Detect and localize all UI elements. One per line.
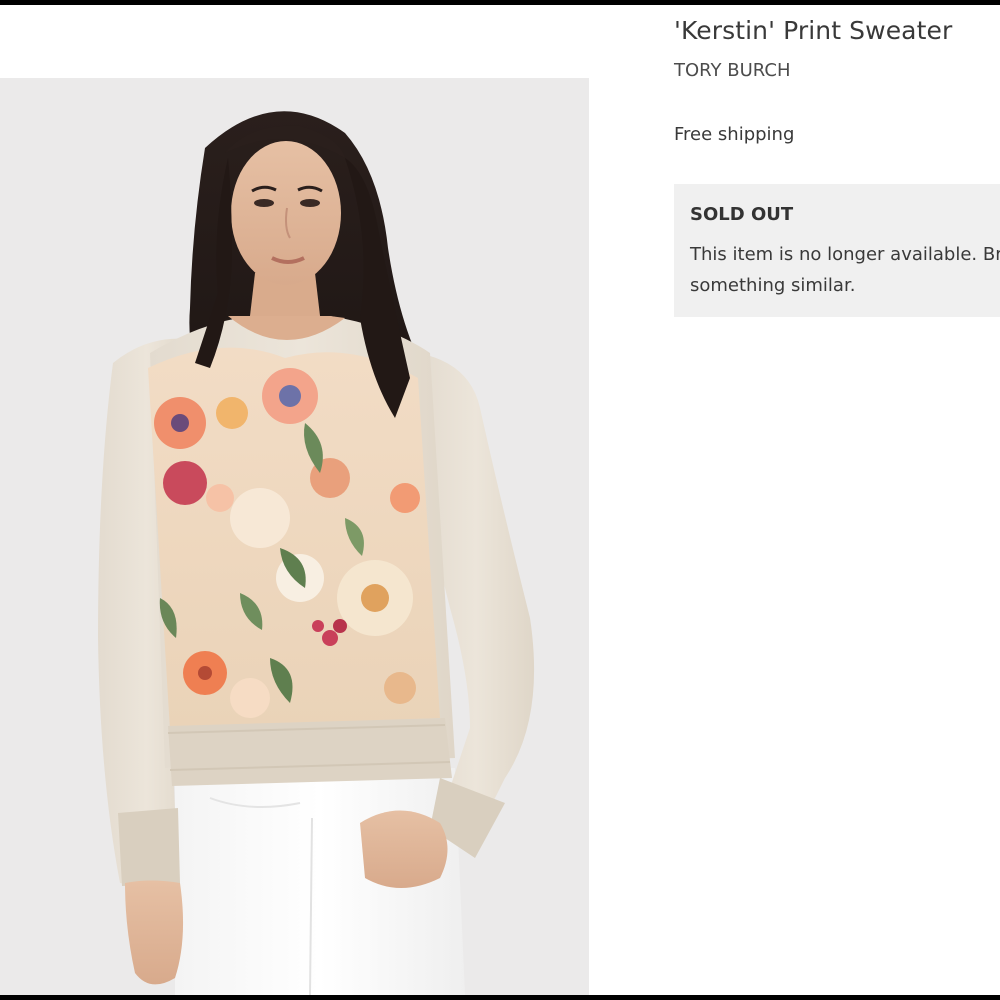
shipping-info: Free shipping <box>674 124 795 145</box>
product-photo-icon <box>98 111 535 995</box>
sold-out-notice: SOLD OUT This item is no longer availabl… <box>674 184 1000 317</box>
sold-out-title: SOLD OUT <box>690 204 794 225</box>
brand-link[interactable]: TORY BURCH <box>674 60 790 81</box>
product-info: 'Kerstin' Print Sweater TORY BURCH Free … <box>674 5 1000 995</box>
sold-out-message: This item is no longer available. Browse… <box>690 244 1000 296</box>
product-page: 'Kerstin' Print Sweater TORY BURCH Free … <box>0 5 1000 995</box>
product-title: 'Kerstin' Print Sweater <box>674 16 953 45</box>
product-image[interactable] <box>0 78 589 995</box>
